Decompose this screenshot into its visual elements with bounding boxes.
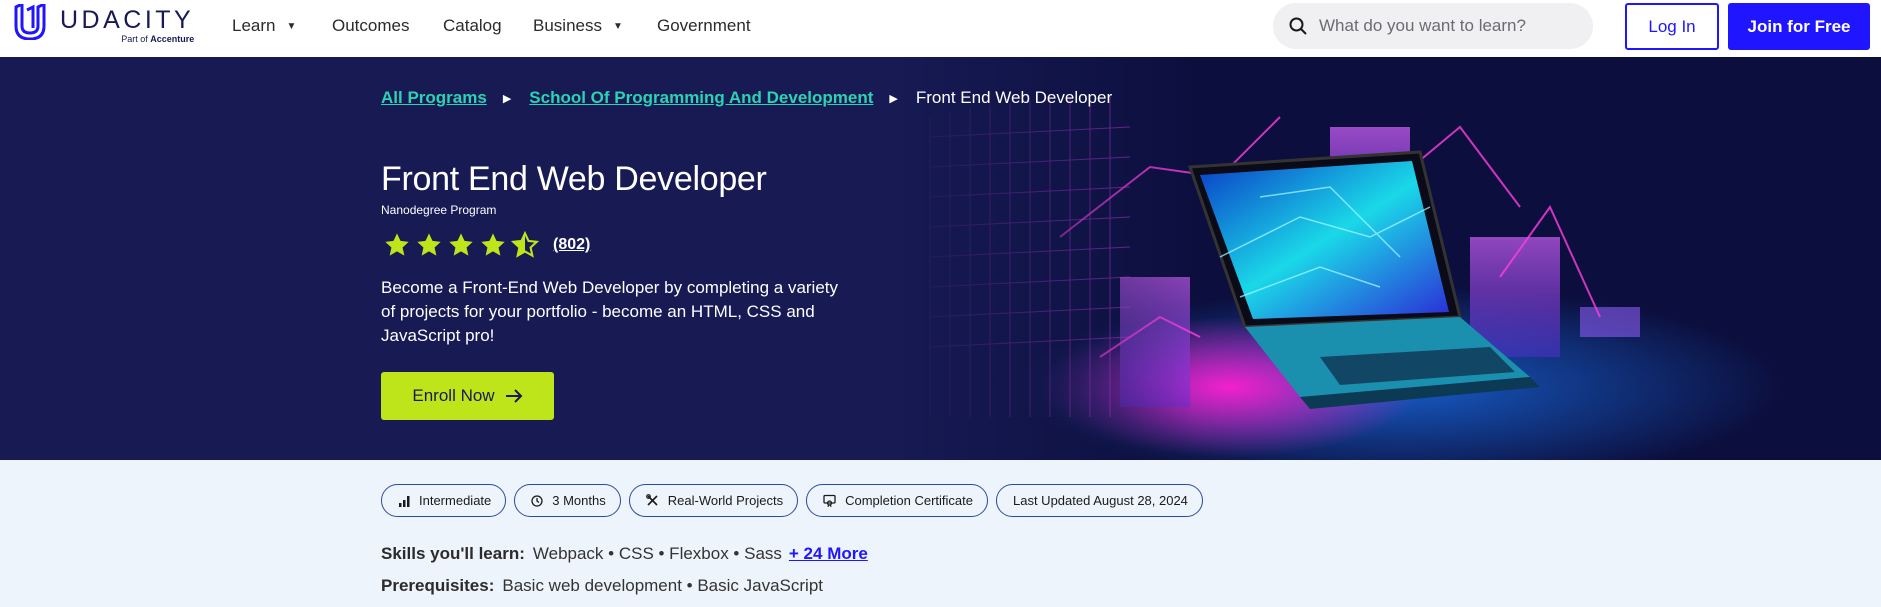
- nav-outcomes-label: Outcomes: [332, 16, 410, 35]
- chip-duration-label: 3 Months: [552, 493, 606, 508]
- breadcrumb: All Programs ▶ School Of Programming And…: [381, 88, 1112, 108]
- nav-outcomes[interactable]: Outcomes: [332, 16, 409, 36]
- logo-tagline: Part of Accenture: [60, 34, 194, 44]
- chevron-down-icon: ▼: [612, 20, 623, 32]
- breadcrumb-arrow-icon: ▶: [502, 92, 512, 105]
- chip-last-updated: Last Updated August 28, 2024: [996, 484, 1203, 517]
- hero-banner: All Programs ▶ School Of Programming And…: [0, 57, 1881, 460]
- chip-level: Intermediate: [381, 484, 507, 517]
- program-description: Become a Front-End Web Developer by comp…: [381, 278, 839, 345]
- logo-tagline-prefix: Part of: [121, 34, 148, 44]
- chip-duration: 3 Months: [514, 484, 621, 517]
- nav-business[interactable]: Business ▼: [533, 16, 623, 36]
- search-icon: [1289, 17, 1307, 35]
- program-meta-chips: Intermediate 3 Months Real-World Project…: [381, 484, 1211, 517]
- prerequisites-list: Basic web development • Basic JavaScript: [502, 576, 823, 595]
- star-full-icon: [385, 233, 409, 256]
- star-half-icon: [511, 231, 539, 258]
- breadcrumb-arrow-icon: ▶: [889, 92, 898, 105]
- star-full-icon: [481, 233, 505, 256]
- chip-certificate-label: Completion Certificate: [845, 493, 973, 508]
- prerequisites-label: Prerequisites:: [381, 576, 495, 595]
- chip-certificate: Completion Certificate: [806, 484, 988, 517]
- prerequisites-row: Prerequisites: Basic web development • B…: [381, 576, 823, 596]
- page-title: Front End Web Developer: [381, 160, 767, 198]
- login-button[interactable]: Log In: [1625, 3, 1719, 50]
- top-nav: UDACITY Part of Accenture Learn ▼ Outcom…: [0, 0, 1881, 57]
- arrow-right-icon: [505, 389, 523, 403]
- enroll-now-label: Enroll Now: [412, 386, 495, 405]
- nav-learn[interactable]: Learn ▼: [232, 16, 296, 36]
- breadcrumb-current: Front End Web Developer: [915, 88, 1113, 107]
- search-input[interactable]: [1319, 16, 1569, 36]
- nav-government[interactable]: Government: [657, 16, 751, 36]
- nav-government-label: Government: [657, 16, 751, 35]
- search-bar[interactable]: [1273, 3, 1593, 49]
- bar-chart-icon: [399, 495, 410, 507]
- chip-level-label: Intermediate: [419, 493, 492, 508]
- chip-projects: Real-World Projects: [628, 484, 799, 517]
- program-info: Intermediate 3 Months Real-World Project…: [0, 460, 1881, 607]
- skills-list: Webpack • CSS • Flexbox • Sass: [532, 544, 782, 563]
- logo-tagline-brand: Accenture: [150, 34, 195, 44]
- join-for-free-button[interactable]: Join for Free: [1728, 3, 1870, 50]
- enroll-now-button[interactable]: Enroll Now: [381, 372, 554, 420]
- chip-last-updated-label: Last Updated August 28, 2024: [1013, 493, 1188, 508]
- certificate-icon: [823, 494, 836, 507]
- rating-count-link[interactable]: (802): [553, 236, 590, 254]
- star-full-icon: [449, 233, 473, 256]
- nav-catalog[interactable]: Catalog: [443, 16, 502, 36]
- breadcrumb-school[interactable]: School Of Programming And Development: [529, 88, 873, 108]
- program-type: Nanodegree Program: [381, 203, 497, 217]
- laptop-hero-illustration: [900, 57, 1881, 460]
- skills-row: Skills you'll learn: Webpack • CSS • Fle…: [381, 544, 868, 564]
- udacity-logo-icon: [14, 4, 46, 40]
- clock-icon: [531, 494, 543, 507]
- skills-label: Skills you'll learn:: [381, 544, 525, 563]
- chevron-down-icon: ▼: [286, 20, 297, 32]
- star-full-icon: [417, 233, 441, 256]
- logo-wordmark: UDACITY: [60, 6, 195, 34]
- tools-icon: [645, 494, 658, 506]
- breadcrumb-all-programs[interactable]: All Programs: [381, 88, 487, 108]
- nav-learn-label: Learn: [232, 16, 276, 35]
- nav-business-label: Business: [533, 16, 602, 35]
- nav-catalog-label: Catalog: [443, 16, 502, 35]
- chip-projects-label: Real-World Projects: [667, 493, 784, 508]
- rating-stars: (802): [383, 231, 590, 259]
- more-skills-link[interactable]: + 24 More: [789, 544, 868, 564]
- udacity-logo[interactable]: UDACITY Part of Accenture: [12, 4, 194, 44]
